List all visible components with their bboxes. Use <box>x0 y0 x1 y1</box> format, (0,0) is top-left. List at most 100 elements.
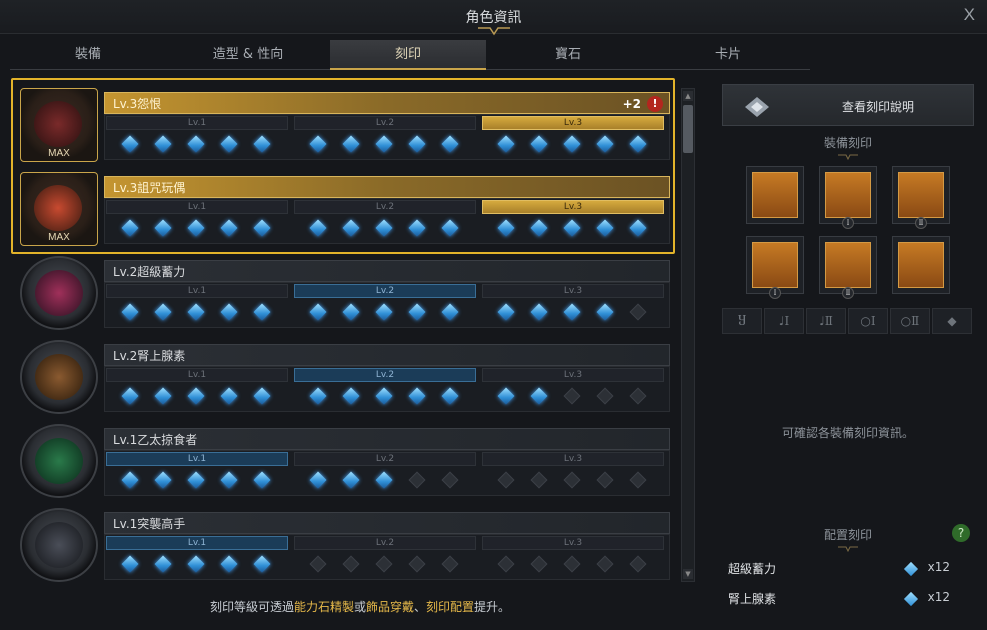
engraving-row[interactable]: Lv.2腎上腺素 Lv.1 Lv.2 Lv.3 <box>20 336 670 414</box>
footer-text: 提升。 <box>474 600 511 614</box>
gem-icon <box>441 303 459 321</box>
gem-icon <box>187 471 205 489</box>
ring-filter-icon[interactable]: ○Ⅱ <box>890 308 930 334</box>
tab-label: 裝備 <box>74 47 101 62</box>
config-row: 腎上腺素 x12 <box>728 590 968 610</box>
active-engravings-highlight <box>11 78 675 254</box>
gem-icon <box>408 303 426 321</box>
level-bar: Lv.1 <box>106 368 288 382</box>
scroll-down-icon[interactable]: ▼ <box>683 569 693 579</box>
slot-numeral: Ⅱ <box>915 217 927 229</box>
gem-icon <box>629 555 647 573</box>
engraving-row[interactable]: Lv.1突襲高手 Lv.1 Lv.2 Lv.3 <box>20 504 670 582</box>
close-button[interactable]: X <box>964 5 975 25</box>
level-bar: Lv.1 <box>106 452 288 466</box>
gem-icon <box>121 471 139 489</box>
gem-icon <box>375 471 393 489</box>
gem-icon <box>220 387 238 405</box>
config-header-label: 配置刻印 <box>823 528 872 542</box>
tab-style-tendency[interactable]: 造型 & 性向 <box>170 40 326 70</box>
tab-card[interactable]: 卡片 <box>650 40 806 70</box>
gem-group <box>482 554 664 576</box>
gem-icon <box>903 561 919 577</box>
gem-group <box>294 470 476 492</box>
engraving-emblem-icon <box>35 354 83 400</box>
tab-equipment[interactable]: 裝備 <box>10 40 166 70</box>
equip-slot-ability-stone[interactable] <box>892 236 950 294</box>
engraving-icon <box>20 340 98 414</box>
gem-group <box>482 386 664 408</box>
gem-icon <box>342 471 360 489</box>
level-bar: Lv.2 <box>294 536 476 550</box>
gem-icon <box>253 303 271 321</box>
slot-numeral: Ⅱ <box>842 287 854 299</box>
scroll-thumb[interactable] <box>683 105 693 153</box>
equip-slot-earring-2[interactable]: Ⅱ <box>892 166 950 229</box>
engraving-row[interactable]: Lv.1乙太掠食者 Lv.1 Lv.2 Lv.3 <box>20 420 670 498</box>
gem-icon <box>408 387 426 405</box>
engraving-name-bar: Lv.2腎上腺素 <box>104 344 670 366</box>
gem-icon <box>441 387 459 405</box>
earring-filter-icon[interactable]: ♩Ⅱ <box>806 308 846 334</box>
config-count: x12 <box>927 560 950 574</box>
gem-icon <box>187 555 205 573</box>
gem-icon <box>563 555 581 573</box>
gem-icon <box>563 471 581 489</box>
engraving-emblem-icon <box>35 438 83 484</box>
title-ornament-icon <box>478 27 510 36</box>
info-text: 可確認各裝備刻印資訊。 <box>781 426 914 440</box>
gem-icon <box>342 555 360 573</box>
filter-numeral: Ⅱ <box>824 314 833 328</box>
tab-gem[interactable]: 寶石 <box>490 40 646 70</box>
view-engraving-description-button[interactable]: 查看刻印說明 <box>722 84 974 126</box>
equip-slot-earring-1[interactable]: Ⅰ <box>819 166 877 229</box>
gem-icon <box>530 303 548 321</box>
configured-engravings-header: 配置刻印 <box>722 526 974 552</box>
footer-text: 、 <box>414 600 427 614</box>
gem-icon <box>497 471 515 489</box>
gem-icon <box>408 471 426 489</box>
gem-icon <box>154 555 172 573</box>
gem-icon <box>187 387 205 405</box>
gem-icon <box>408 555 426 573</box>
engraving-row[interactable]: Lv.2超級蓄力 Lv.1 Lv.2 Lv.3 <box>20 252 670 330</box>
ring-filter-icon[interactable]: ○Ⅰ <box>848 308 888 334</box>
config-name: 超級蓄力 <box>728 562 777 576</box>
config-count: x12 <box>927 590 950 604</box>
engraving-icon <box>20 256 98 330</box>
gem-icon <box>375 387 393 405</box>
stone-filter-icon[interactable]: ◆ <box>932 308 972 334</box>
gem-icon <box>441 471 459 489</box>
gem-icon <box>530 471 548 489</box>
equip-slot-necklace[interactable] <box>746 166 804 224</box>
gem-icon <box>121 303 139 321</box>
ring-icon <box>825 242 871 288</box>
filter-numeral: Ⅱ <box>911 314 920 328</box>
gem-icon <box>220 555 238 573</box>
footer-highlight: 刻印配置 <box>426 600 475 614</box>
equip-slot-ring-2[interactable]: Ⅱ <box>819 236 877 299</box>
scroll-up-icon[interactable]: ▲ <box>683 91 693 101</box>
help-button[interactable]: ? <box>952 524 970 542</box>
tab-label: 寶石 <box>554 47 581 62</box>
gem-group <box>294 302 476 324</box>
list-scrollbar[interactable]: ▲ ▼ <box>681 88 695 582</box>
gem-icon <box>309 471 327 489</box>
ring-icon <box>752 242 798 288</box>
level-bar: Lv.3 <box>482 452 664 466</box>
gem-icon <box>563 303 581 321</box>
earring-icon <box>825 172 871 218</box>
level-bar: Lv.1 <box>106 536 288 550</box>
gem-icon <box>596 555 614 573</box>
tab-engraving[interactable]: 刻印 <box>330 40 486 70</box>
gem-icon <box>903 591 919 607</box>
level-bar: Lv.2 <box>294 452 476 466</box>
earring-filter-icon[interactable]: ♩Ⅰ <box>764 308 804 334</box>
equip-slot-ring-1[interactable]: Ⅰ <box>746 236 804 299</box>
header-ornament-icon <box>838 546 858 552</box>
gem-icon <box>121 387 139 405</box>
gem-icon <box>497 387 515 405</box>
gem-group <box>106 386 288 408</box>
necklace-filter-icon[interactable]: Ⴘ <box>722 308 762 334</box>
gem-icon <box>253 387 271 405</box>
